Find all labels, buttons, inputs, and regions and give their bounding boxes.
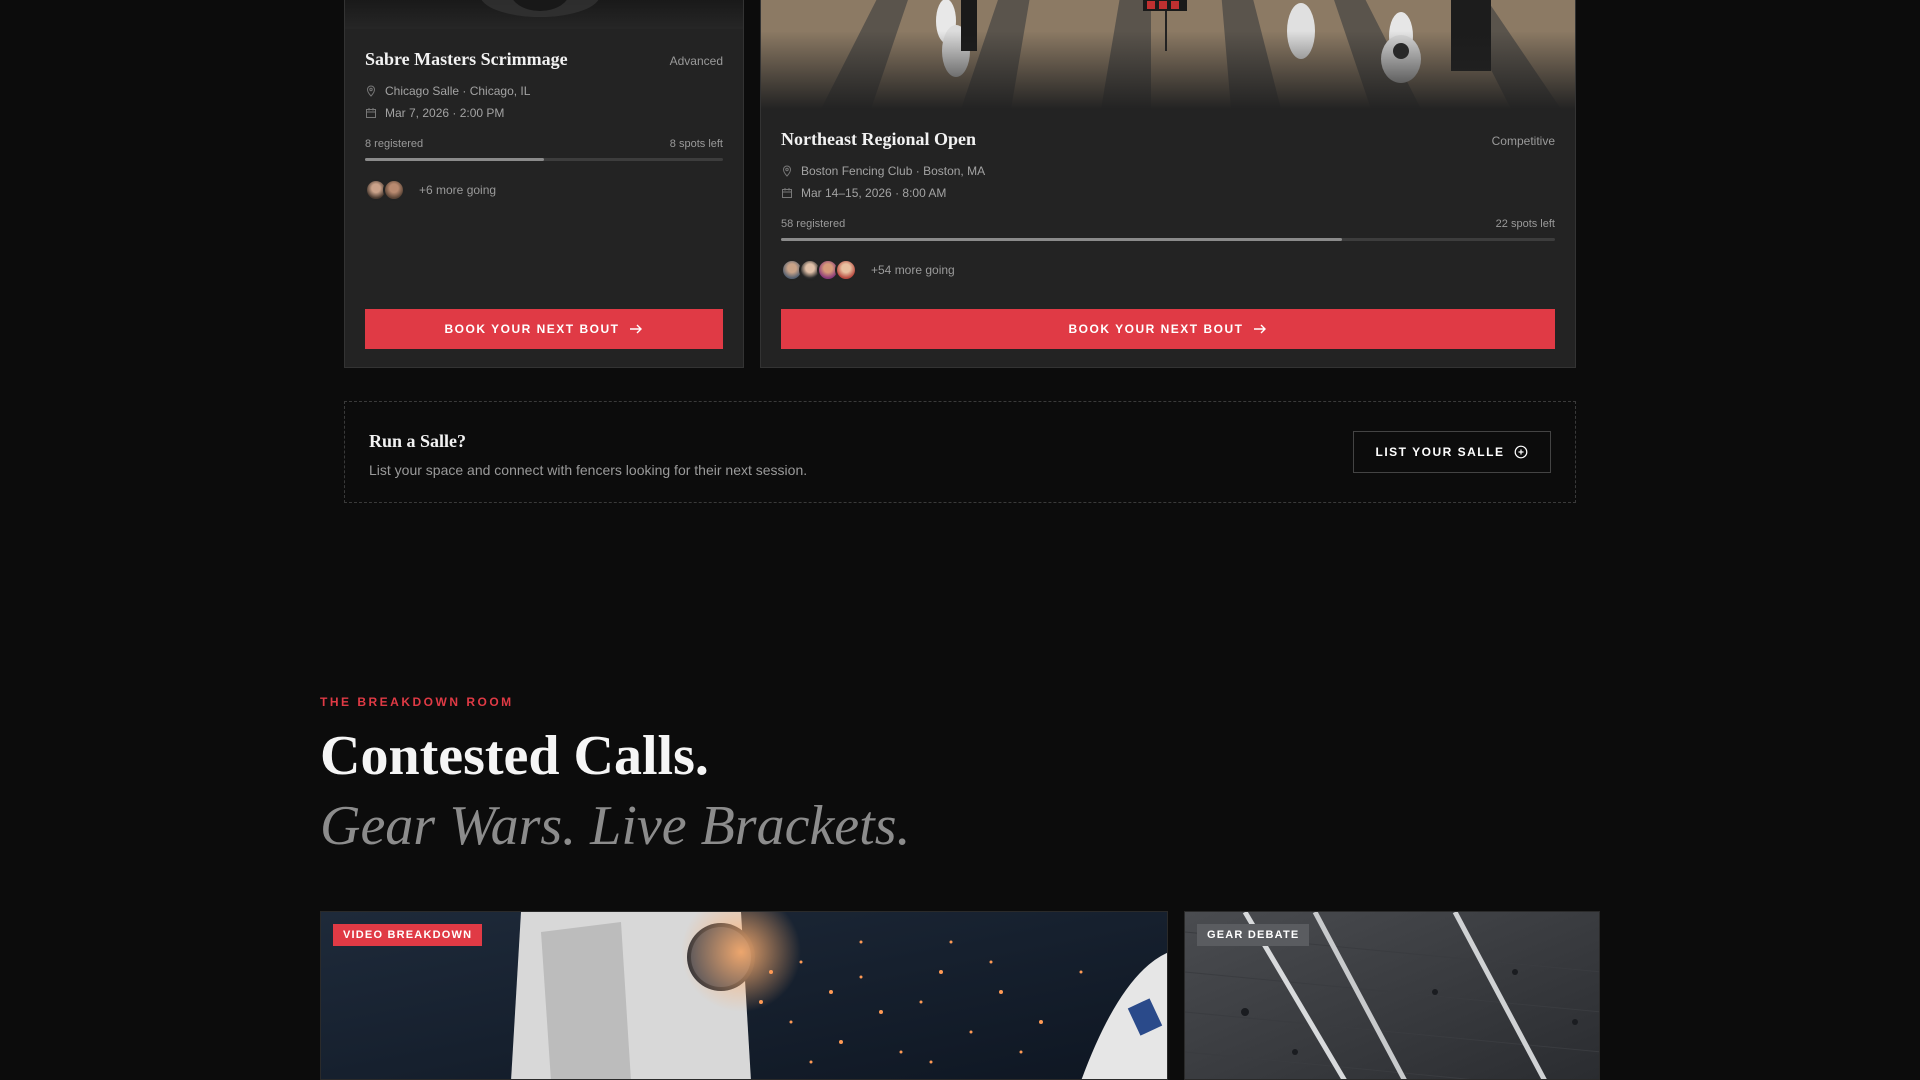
book-next-bout-button[interactable]: BOOK YOUR NEXT BOUT <box>365 309 723 349</box>
more-going-text: +54 more going <box>871 263 955 277</box>
section-headline: Contested Calls. <box>320 725 709 787</box>
registration-progress-fill <box>365 158 544 161</box>
event-date: Mar 14–15, 2026 · 8:00 AM <box>801 186 947 200</box>
event-card-image <box>761 0 1575 109</box>
plus-circle-icon <box>1515 445 1528 459</box>
registration-progress-bar <box>365 158 723 161</box>
book-next-bout-button[interactable]: BOOK YOUR NEXT BOUT <box>781 309 1555 349</box>
section-subheadline: Gear Wars. Live Brackets. <box>320 795 911 857</box>
gear-debate-tile[interactable]: GEAR DEBATE <box>1184 911 1600 1080</box>
map-pin-icon <box>782 165 792 177</box>
video-breakdown-tag: VIDEO BREAKDOWN <box>333 924 483 946</box>
event-date: Mar 7, 2026 · 2:00 PM <box>385 106 505 120</box>
fencing-hall-image <box>761 0 1575 109</box>
spots-left: 8 spots left <box>669 138 723 150</box>
calendar-icon <box>366 108 376 118</box>
list-your-salle-button[interactable]: LIST YOUR SALLE <box>1353 431 1551 473</box>
avatar <box>835 259 857 281</box>
event-level-badge: Competitive <box>1491 134 1555 148</box>
attendee-avatars <box>365 179 405 201</box>
arrow-right-icon <box>630 324 643 334</box>
registered-count: 8 registered <box>365 138 424 150</box>
gear-debate-tag: GEAR DEBATE <box>1197 924 1310 946</box>
event-title: Sabre Masters Scrimmage <box>365 49 568 69</box>
event-location: Boston Fencing Club · Boston, MA <box>801 164 986 178</box>
map-pin-icon <box>366 85 376 97</box>
arrow-right-icon <box>1254 324 1267 334</box>
calendar-icon <box>782 188 792 198</box>
salle-description: List your space and connect with fencers… <box>369 462 808 478</box>
registration-progress-fill <box>781 238 1343 241</box>
event-card-northeast-regional[interactable]: Northeast Regional Open Competitive Bost… <box>760 0 1576 368</box>
salle-title: Run a Salle? <box>369 431 467 451</box>
event-title: Northeast Regional Open <box>781 129 976 149</box>
spots-left: 22 spots left <box>1495 218 1555 230</box>
event-card-sabre-masters[interactable]: Sabre Masters Scrimmage Advanced Chicago… <box>344 0 744 368</box>
section-eyebrow: THE BREAKDOWN ROOM <box>320 695 514 709</box>
more-going-text: +6 more going <box>419 183 497 197</box>
event-card-image <box>345 0 743 29</box>
event-location: Chicago Salle · Chicago, IL <box>385 84 531 98</box>
video-breakdown-tile[interactable]: VIDEO BREAKDOWN <box>320 911 1168 1080</box>
book-button-label: BOOK YOUR NEXT BOUT <box>1068 322 1244 336</box>
list-salle-label: LIST YOUR SALLE <box>1375 445 1505 459</box>
attendee-avatars <box>781 259 857 281</box>
registered-count: 58 registered <box>781 218 846 230</box>
book-button-label: BOOK YOUR NEXT BOUT <box>444 322 620 336</box>
avatar <box>383 179 405 201</box>
registration-progress-bar <box>781 238 1555 241</box>
event-level-badge: Advanced <box>669 54 723 68</box>
run-a-salle-banner: Run a Salle? List your space and connect… <box>344 401 1576 503</box>
fencer-silhouette-image <box>481 0 599 17</box>
